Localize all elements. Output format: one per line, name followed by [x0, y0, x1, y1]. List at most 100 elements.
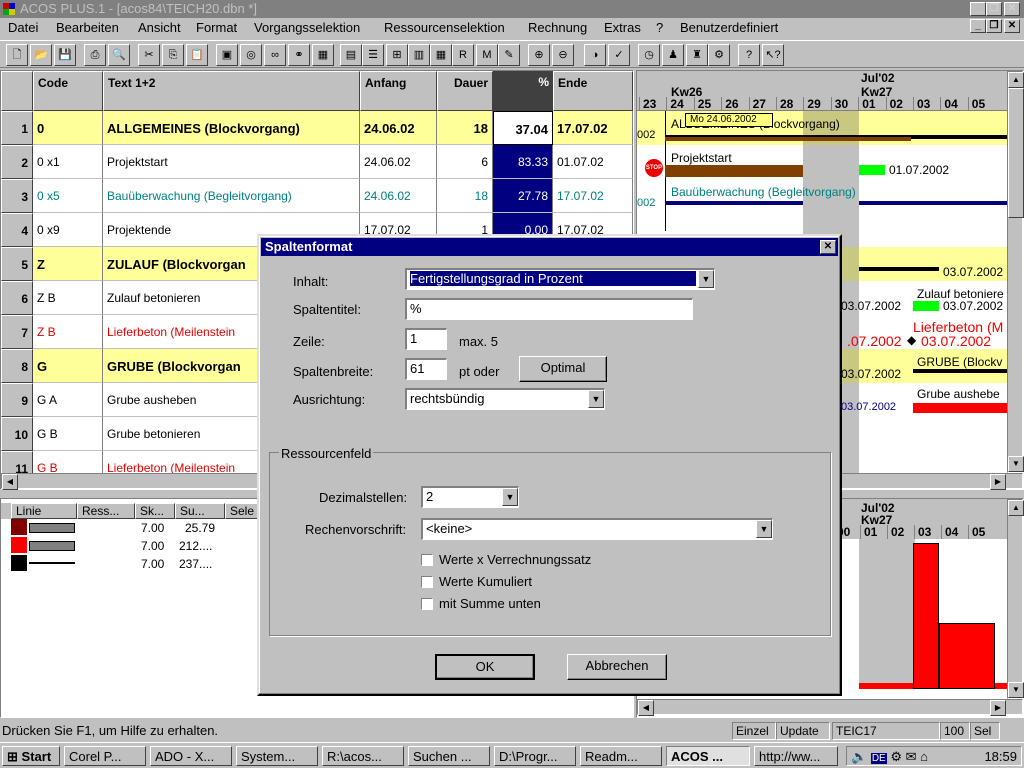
link-icon[interactable]: ∞: [264, 44, 286, 66]
cancel-button[interactable]: Abbrechen: [567, 654, 667, 680]
grid-cell-pct[interactable]: 27.78: [493, 179, 553, 213]
col-header-percent[interactable]: %: [493, 71, 553, 111]
row-header[interactable]: 3: [1, 179, 33, 213]
dezimal-select[interactable]: 2 ▼: [421, 486, 519, 508]
col-header-start[interactable]: Anfang: [360, 71, 437, 111]
menu-datei[interactable]: Datei: [8, 20, 38, 35]
hist-vscrollbar[interactable]: ▲ ▼: [1007, 499, 1024, 699]
grid-cell-dur[interactable]: 6: [437, 145, 493, 179]
res-col-sk[interactable]: Sk...: [135, 503, 175, 519]
menu-benutzerdefiniert[interactable]: Benutzerdefiniert: [680, 20, 778, 35]
checkbox-summe-unten[interactable]: [421, 598, 433, 610]
restore-button[interactable]: ❐: [986, 2, 1002, 16]
grid-cell-dur[interactable]: 18: [437, 111, 493, 145]
grid-cell-code[interactable]: G: [33, 349, 103, 383]
row-header[interactable]: 9: [1, 383, 33, 417]
resource-edit-icon[interactable]: ♜: [686, 44, 708, 66]
gantt-r9-bar[interactable]: [913, 403, 1007, 413]
grid-cell-text[interactable]: ALLGEMEINES (Blockvorgang): [103, 111, 360, 145]
row-header[interactable]: 8: [1, 349, 33, 383]
spellcheck-icon[interactable]: ✓: [608, 44, 630, 66]
clock-icon[interactable]: ◷: [638, 44, 660, 66]
row-header[interactable]: 5: [1, 247, 33, 281]
checkbox-verrechnungssatz[interactable]: [421, 554, 433, 566]
col-header-text[interactable]: Text 1+2: [103, 71, 360, 111]
menu-vorgangsselektion[interactable]: Vorgangsselektion: [254, 20, 360, 35]
grid-cell-code[interactable]: 0 x9: [33, 213, 103, 247]
spaltentitel-input[interactable]: %: [405, 298, 693, 320]
grid-cell-code[interactable]: 0 x5: [33, 179, 103, 213]
grid-cell-end[interactable]: 01.07.02: [553, 145, 633, 179]
gantt-view-icon[interactable]: ▤: [340, 44, 362, 66]
dialog-title-bar[interactable]: Spaltenformat ✕: [261, 238, 838, 256]
m-icon[interactable]: M: [476, 44, 498, 66]
checkbox-kumuliert[interactable]: [421, 576, 433, 588]
grid-cell-code[interactable]: Z B: [33, 315, 103, 349]
menu-bearbeiten[interactable]: Bearbeiten: [56, 20, 119, 35]
r-icon[interactable]: R: [452, 44, 474, 66]
minimize-button[interactable]: _: [970, 2, 986, 16]
col-header-duration[interactable]: Dauer: [437, 71, 493, 111]
row-header[interactable]: 4: [1, 213, 33, 247]
zoom-in-icon[interactable]: ⊕: [528, 44, 550, 66]
res-col-linie[interactable]: Linie: [11, 503, 77, 519]
gantt-vscroll-thumb[interactable]: [1008, 88, 1024, 218]
start-button[interactable]: ⊞ Start: [2, 746, 60, 766]
scroll-right-icon[interactable]: ▶: [990, 474, 1006, 490]
cut-icon[interactable]: ✂: [138, 44, 160, 66]
print-icon[interactable]: ⎙: [84, 44, 106, 66]
scroll-down-icon[interactable]: ▼: [1008, 682, 1024, 698]
task-corel[interactable]: Corel P...: [64, 746, 146, 766]
row-header[interactable]: 7: [1, 315, 33, 349]
grid-cell-code[interactable]: 0: [33, 111, 103, 145]
col-header-code[interactable]: Code: [33, 71, 103, 111]
check-verrechnungssatz-label[interactable]: Werte x Verrechnungssatz: [439, 552, 591, 567]
task-acos[interactable]: ACOS ...: [666, 746, 750, 766]
task-r-acos[interactable]: R:\acos...: [322, 746, 404, 766]
chevron-down-icon[interactable]: ▼: [502, 488, 518, 506]
row-header[interactable]: 6: [1, 281, 33, 315]
gantt-r5-bar[interactable]: [859, 267, 939, 271]
task-readme[interactable]: Readm...: [580, 746, 662, 766]
close-icon[interactable]: ✕: [1004, 2, 1020, 16]
scroll-up-icon[interactable]: ▲: [1008, 72, 1024, 88]
gantt-r2-bar[interactable]: [665, 165, 803, 177]
row-header[interactable]: 1: [1, 111, 33, 145]
chevron-down-icon[interactable]: ▼: [698, 270, 714, 288]
color-icon[interactable]: ◑: [584, 44, 606, 66]
chevron-down-icon[interactable]: ▼: [756, 520, 772, 538]
context-help-icon[interactable]: ↖?: [762, 44, 784, 66]
spaltenbreite-input[interactable]: 61: [405, 358, 447, 380]
title-bar[interactable]: ACOS PLUS.1 - [acos84\TEICH20.dbn *] _ ❐…: [0, 0, 1024, 18]
res-col-su[interactable]: Su...: [175, 503, 225, 519]
grid-cell-code[interactable]: Z: [33, 247, 103, 281]
chevron-down-icon[interactable]: ▼: [588, 390, 604, 408]
row-header[interactable]: 10: [1, 417, 33, 451]
rechenvorschrift-select[interactable]: <keine> ▼: [421, 518, 773, 540]
grid-cell-start[interactable]: 24.06.02: [360, 179, 437, 213]
mdi-minimize-button[interactable]: _: [970, 19, 986, 33]
scroll-right-icon[interactable]: ▶: [990, 700, 1006, 716]
gantt-r8-bar[interactable]: [913, 369, 1007, 373]
volume-icon[interactable]: 🔈: [851, 749, 867, 764]
menu-help[interactable]: ?: [656, 20, 663, 35]
grid-cell-code[interactable]: G B: [33, 451, 103, 473]
menu-ansicht[interactable]: Ansicht: [138, 20, 181, 35]
unlink-icon[interactable]: ⚭: [288, 44, 310, 66]
help-icon[interactable]: ?: [738, 44, 760, 66]
task-http[interactable]: http://ww...: [754, 746, 838, 766]
window-icon[interactable]: ▣: [216, 44, 238, 66]
grid-cell-end[interactable]: 17.07.02: [553, 111, 633, 145]
gantt-r6-bar[interactable]: [913, 301, 939, 311]
task-ado[interactable]: ADO - X...: [150, 746, 232, 766]
menu-rechnung[interactable]: Rechnung: [528, 20, 587, 35]
grid-cell-end[interactable]: 17.07.02: [553, 179, 633, 213]
grid-corner[interactable]: [1, 71, 33, 111]
row-header[interactable]: 11: [1, 451, 33, 473]
res-col-ress[interactable]: Ress...: [77, 503, 135, 519]
grid-cell-text[interactable]: Bauüberwachung (Begleitvorgang): [103, 179, 360, 213]
ok-button[interactable]: OK: [435, 654, 535, 680]
inhalt-select[interactable]: Fertigstellungsgrad in Prozent ▼: [405, 268, 715, 290]
grid-cell-dur[interactable]: 18: [437, 179, 493, 213]
grid-cell-text[interactable]: Projektstart: [103, 145, 360, 179]
